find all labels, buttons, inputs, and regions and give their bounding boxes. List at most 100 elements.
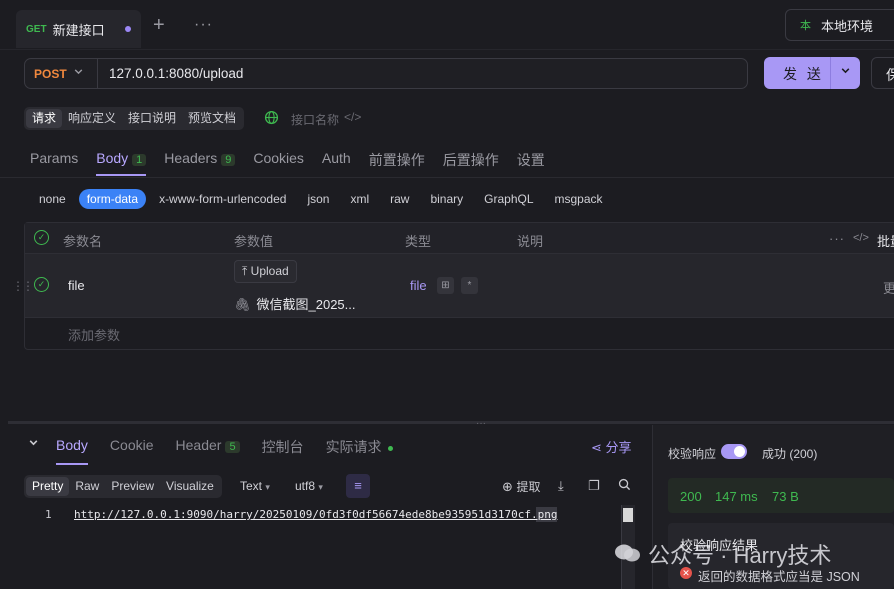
extract-button[interactable]: ⊕ 提取 xyxy=(502,478,541,495)
format-visualize[interactable]: Visualize xyxy=(160,477,220,496)
bulk-edit-button[interactable]: 批量 xyxy=(877,231,894,250)
more-tabs-icon[interactable]: ··· xyxy=(194,16,213,34)
upload-button[interactable]: ⤒ Upload xyxy=(234,260,297,283)
row-checkbox[interactable]: ✓ xyxy=(34,277,49,292)
tab-label: Auth xyxy=(321,150,351,166)
validate-response-label: 校验响应 xyxy=(668,447,717,461)
environment-label: 本地环境 xyxy=(821,18,874,34)
tab-label: 前置操作 xyxy=(368,152,425,168)
word-wrap-icon[interactable]: ≡ xyxy=(346,474,370,498)
tab-headers[interactable]: Headers 9 xyxy=(164,145,236,176)
url-divider xyxy=(97,59,98,88)
panel-splitter[interactable] xyxy=(8,421,894,424)
url-input[interactable]: 127.0.0.1:8080/upload xyxy=(109,66,243,81)
body-type-urlencoded[interactable]: x-www-form-urlencoded xyxy=(151,189,294,209)
required-icon[interactable]: * xyxy=(461,277,478,294)
format-pretty[interactable]: Pretty xyxy=(26,477,70,496)
resp-tab-actual-request[interactable]: 实际请求 xyxy=(326,435,393,465)
tab-settings[interactable]: 设置 xyxy=(517,145,545,176)
table-row: ✓ file ⤒ Upload 🖇 微信截图_2025... file ⊞ * 更 xyxy=(25,254,894,318)
extract-label: 提取 xyxy=(516,480,541,494)
download-icon[interactable]: ⤓ xyxy=(558,478,564,494)
resp-tab-console[interactable]: 控制台 xyxy=(262,435,304,465)
attachment-icon: 🖇 xyxy=(234,297,251,312)
chevron-down-icon: ▾ xyxy=(265,482,270,492)
body-type-raw[interactable]: raw xyxy=(382,189,417,209)
divider xyxy=(0,177,894,178)
tab-params[interactable]: Params xyxy=(30,145,78,176)
param-name[interactable]: file xyxy=(68,278,85,293)
resp-tab-body[interactable]: Body xyxy=(56,435,88,465)
body-type-xml[interactable]: xml xyxy=(342,189,377,209)
dropdown-label: utf8 xyxy=(295,479,316,493)
tab-auth[interactable]: Auth xyxy=(322,145,351,176)
resp-tab-header[interactable]: Header 5 xyxy=(176,435,240,465)
send-label: 发 送 xyxy=(783,66,824,82)
tab-title: 新建接口 xyxy=(52,22,105,38)
send-button[interactable]: 发 送 xyxy=(764,57,860,89)
tab-cookies[interactable]: Cookies xyxy=(253,145,304,176)
resp-tab-cookie[interactable]: Cookie xyxy=(110,435,154,465)
status-code: 200 xyxy=(680,489,702,504)
column-options-icon[interactable]: ··· xyxy=(829,231,845,246)
interface-name-input[interactable]: 接口名称 xyxy=(291,111,339,128)
content-type-icon[interactable]: ⊞ xyxy=(437,277,454,294)
toggle-knob[interactable] xyxy=(734,446,745,457)
send-options-chevron-icon[interactable] xyxy=(830,57,860,89)
tab-label: Body xyxy=(96,150,129,166)
collapse-chevron-icon[interactable] xyxy=(28,437,39,451)
extract-icon: ⊕ xyxy=(502,479,513,494)
param-type[interactable]: file xyxy=(410,278,427,293)
encoding-dropdown[interactable]: utf8 ▾ xyxy=(295,479,323,493)
add-param-input[interactable]: 添加参数 xyxy=(68,325,120,344)
count-badge: 5 xyxy=(225,441,240,453)
response-body-line[interactable]: http://127.0.0.1:9090/harry/20250109/0fd… xyxy=(74,508,557,521)
segment-api-desc[interactable]: 接口说明 xyxy=(122,109,182,128)
tab-body[interactable]: Body 1 xyxy=(96,145,147,176)
tab-label: 设置 xyxy=(516,152,545,168)
code-icon[interactable]: </> xyxy=(853,232,869,244)
body-type-msgpack[interactable]: msgpack xyxy=(547,189,611,209)
body-type-binary[interactable]: binary xyxy=(422,189,471,209)
code-icon[interactable]: </> xyxy=(344,110,361,124)
segment-preview-doc[interactable]: 预览文档 xyxy=(182,109,242,128)
response-tabs: Body Cookie Header 5 控制台 实际请求 xyxy=(56,435,415,465)
segment-request[interactable]: 请求 xyxy=(26,109,63,128)
method-select[interactable]: POST xyxy=(34,67,67,81)
save-button[interactable]: 保 xyxy=(871,57,894,89)
upload-icon: ⤒ xyxy=(242,264,248,278)
response-size: 73 B xyxy=(772,489,799,504)
body-type-selector: none form-data x-www-form-urlencoded jso… xyxy=(31,189,616,209)
format-preview[interactable]: Preview xyxy=(105,477,160,496)
segment-response-def[interactable]: 响应定义 xyxy=(62,109,122,128)
body-type-form-data[interactable]: form-data xyxy=(78,189,147,209)
search-icon[interactable] xyxy=(618,478,631,494)
line-number: 1 xyxy=(45,508,52,521)
col-type: 类型 xyxy=(405,234,432,249)
col-desc: 说明 xyxy=(517,234,544,249)
params-table: ✓ 参数名 参数值 类型 说明 ··· </> 批量 ✓ file ⤒ Uplo… xyxy=(24,222,894,350)
tab-post-operations[interactable]: 后置操作 xyxy=(443,145,499,176)
environment-selector[interactable]: 本 本地环境 xyxy=(785,9,894,41)
more-text[interactable]: 更 xyxy=(883,278,894,297)
format-raw[interactable]: Raw xyxy=(69,477,105,496)
tab-label: 实际请求 xyxy=(325,439,382,455)
tab-label: 后置操作 xyxy=(442,152,499,168)
share-button[interactable]: ⋖ 分享 xyxy=(591,437,632,456)
body-type-none[interactable]: none xyxy=(31,189,74,209)
file-value[interactable]: 🖇 微信截图_2025... xyxy=(234,294,356,313)
chevron-down-icon: ▾ xyxy=(318,482,323,492)
globe-icon[interactable] xyxy=(264,110,279,128)
table-header: ✓ 参数名 参数值 类型 说明 ··· </> 批量 xyxy=(25,223,894,254)
copy-icon[interactable]: ❐ xyxy=(588,478,600,494)
select-all-checkbox[interactable]: ✓ xyxy=(34,230,49,245)
tab-pre-operations[interactable]: 前置操作 xyxy=(369,145,425,176)
text-type-dropdown[interactable]: Text ▾ xyxy=(240,479,270,493)
body-type-json[interactable]: json xyxy=(299,189,337,209)
tab-new-interface[interactable]: GET 新建接口 xyxy=(16,10,141,48)
body-type-graphql[interactable]: GraphQL xyxy=(476,189,541,209)
add-tab-button[interactable]: + xyxy=(153,15,165,35)
drag-handle-icon[interactable]: ⋮⋮ xyxy=(12,279,34,293)
chevron-down-icon[interactable] xyxy=(73,66,84,80)
scrollbar-thumb[interactable] xyxy=(623,508,633,522)
